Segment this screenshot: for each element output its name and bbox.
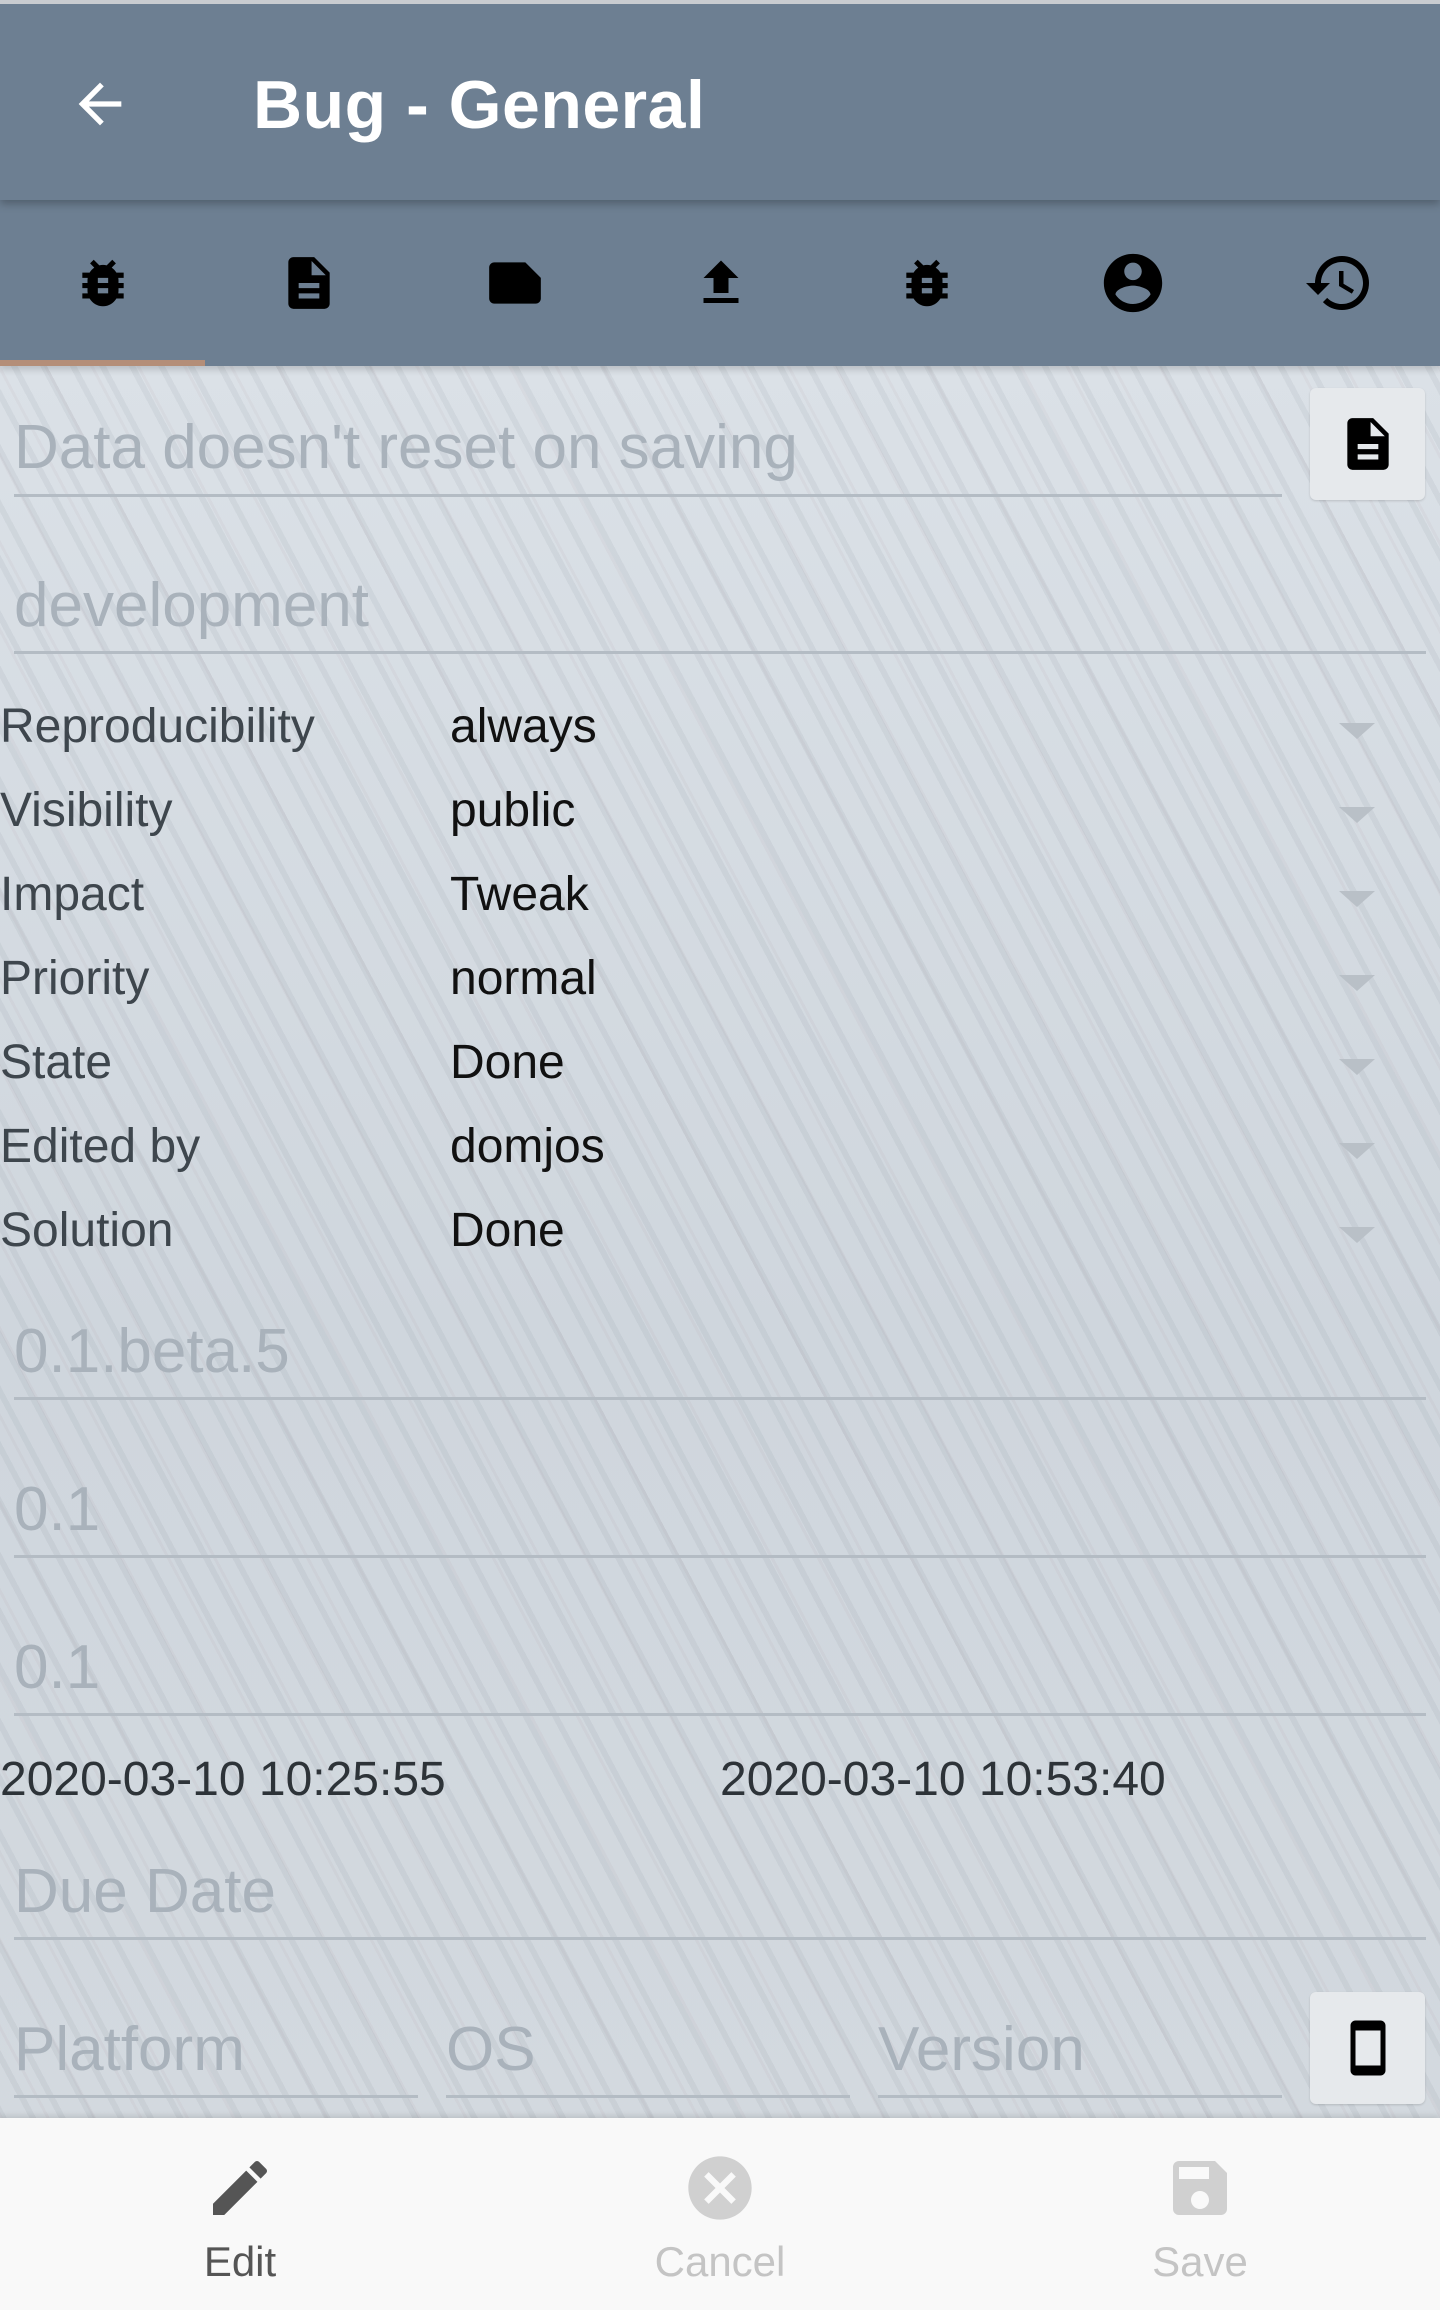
bug-icon [81, 259, 124, 307]
device-profile-button[interactable] [1310, 1992, 1425, 2104]
created-timestamp: 2020-03-10 10:25:55 [0, 1753, 446, 1806]
property-value: Done [450, 1036, 565, 1089]
dropdown-caret-icon[interactable] [1339, 975, 1375, 991]
edit-label: Edit [203, 2238, 277, 2285]
tab-users[interactable] [1030, 200, 1235, 366]
property-label: Edited by [0, 1120, 201, 1173]
property-row-solution[interactable]: Solution Done [0, 1197, 1440, 1281]
os-underline [446, 2095, 850, 2098]
os-version-field[interactable]: Version [878, 2014, 1085, 2085]
summary-field[interactable]: Data doesn't reset on saving [14, 412, 798, 483]
property-value: always [450, 700, 597, 753]
property-value: normal [450, 952, 597, 1005]
property-row-edited-by[interactable]: Edited by domjos [0, 1113, 1440, 1197]
property-row-reproducibility[interactable]: Reproducibility always [0, 693, 1440, 777]
edit-button[interactable]: Edit [0, 2118, 480, 2310]
bottom-action-bar: Edit Cancel Save [0, 2118, 1440, 2310]
cancel-button[interactable]: Cancel [480, 2118, 960, 2310]
property-value: domjos [450, 1120, 605, 1173]
tab-attachments[interactable] [618, 200, 823, 366]
tab-history[interactable] [1236, 200, 1440, 366]
fixed-version-field[interactable]: 0.1 [14, 1632, 100, 1703]
property-row-state[interactable]: State Done [0, 1029, 1440, 1113]
platform-underline [14, 2095, 418, 2098]
property-label: Visibility [0, 784, 173, 837]
target-version-field[interactable]: 0.1 [14, 1474, 100, 1545]
document-icon [1346, 418, 1389, 470]
smartphone-icon [1350, 2020, 1385, 2076]
due-date-field[interactable]: Due Date [14, 1856, 276, 1927]
page-title: Bug - General [253, 67, 706, 143]
pencil-icon-wrap [200, 2148, 280, 2228]
tab-description[interactable] [206, 200, 411, 366]
app-window: Bug - General Data doesn't reset on savi… [0, 0, 1440, 2310]
target-version-underline [14, 1555, 1426, 1558]
tab-bug-details[interactable] [824, 200, 1029, 366]
summary-document-button[interactable] [1310, 388, 1425, 500]
app-bar: Bug - General [0, 0, 1440, 200]
category-field[interactable]: development [14, 570, 369, 641]
dropdown-caret-icon[interactable] [1339, 891, 1375, 907]
icon-tab-bar [0, 200, 1440, 366]
property-label: Impact [0, 868, 145, 921]
dropdown-caret-icon[interactable] [1339, 807, 1375, 823]
back-button[interactable] [60, 64, 140, 144]
tab-general[interactable] [0, 200, 205, 366]
active-tab-indicator [0, 360, 205, 366]
user-circle-icon [1103, 253, 1162, 313]
cancel-icon-wrap [680, 2148, 760, 2228]
due-date-underline [14, 1937, 1426, 1940]
history-icon [1305, 256, 1369, 311]
close-circle-icon [688, 2156, 752, 2220]
note-icon [488, 262, 541, 304]
property-row-visibility[interactable]: Visibility public [0, 777, 1440, 861]
pencil-icon [213, 2160, 268, 2215]
property-row-impact[interactable]: Impact Tweak [0, 861, 1440, 945]
arrow-left-icon [78, 82, 122, 126]
os-field[interactable]: OS [446, 2014, 536, 2085]
property-label: Solution [0, 1204, 174, 1257]
save-button[interactable]: Save [960, 2118, 1440, 2310]
dropdown-caret-icon[interactable] [1339, 1227, 1375, 1243]
dropdown-caret-icon[interactable] [1339, 723, 1375, 739]
save-label: Save [1152, 2238, 1248, 2285]
upload-icon [703, 260, 738, 303]
save-icon-wrap [1160, 2148, 1240, 2228]
property-row-priority[interactable]: Priority normal [0, 945, 1440, 1029]
updated-timestamp: 2020-03-10 10:53:40 [720, 1753, 1166, 1806]
version-underline [14, 1397, 1426, 1400]
property-label: Priority [0, 952, 150, 1005]
platform-field[interactable]: Platform [14, 2014, 245, 2085]
summary-underline [14, 494, 1282, 497]
property-value: Done [450, 1204, 565, 1257]
category-underline [14, 651, 1426, 654]
dropdown-caret-icon[interactable] [1339, 1059, 1375, 1075]
save-icon [1173, 2161, 1227, 2215]
os-version-underline [878, 2095, 1282, 2098]
document-icon [287, 257, 330, 309]
dropdown-caret-icon[interactable] [1339, 1143, 1375, 1159]
fixed-version-underline [14, 1713, 1426, 1716]
property-label: Reproducibility [0, 700, 315, 753]
bug-icon [905, 259, 948, 307]
tab-notes[interactable] [412, 200, 617, 366]
version-field[interactable]: 0.1.beta.5 [14, 1316, 290, 1387]
property-label: State [0, 1036, 113, 1089]
property-value: Tweak [450, 868, 589, 921]
property-value: public [450, 784, 576, 837]
cancel-label: Cancel [654, 2238, 786, 2285]
